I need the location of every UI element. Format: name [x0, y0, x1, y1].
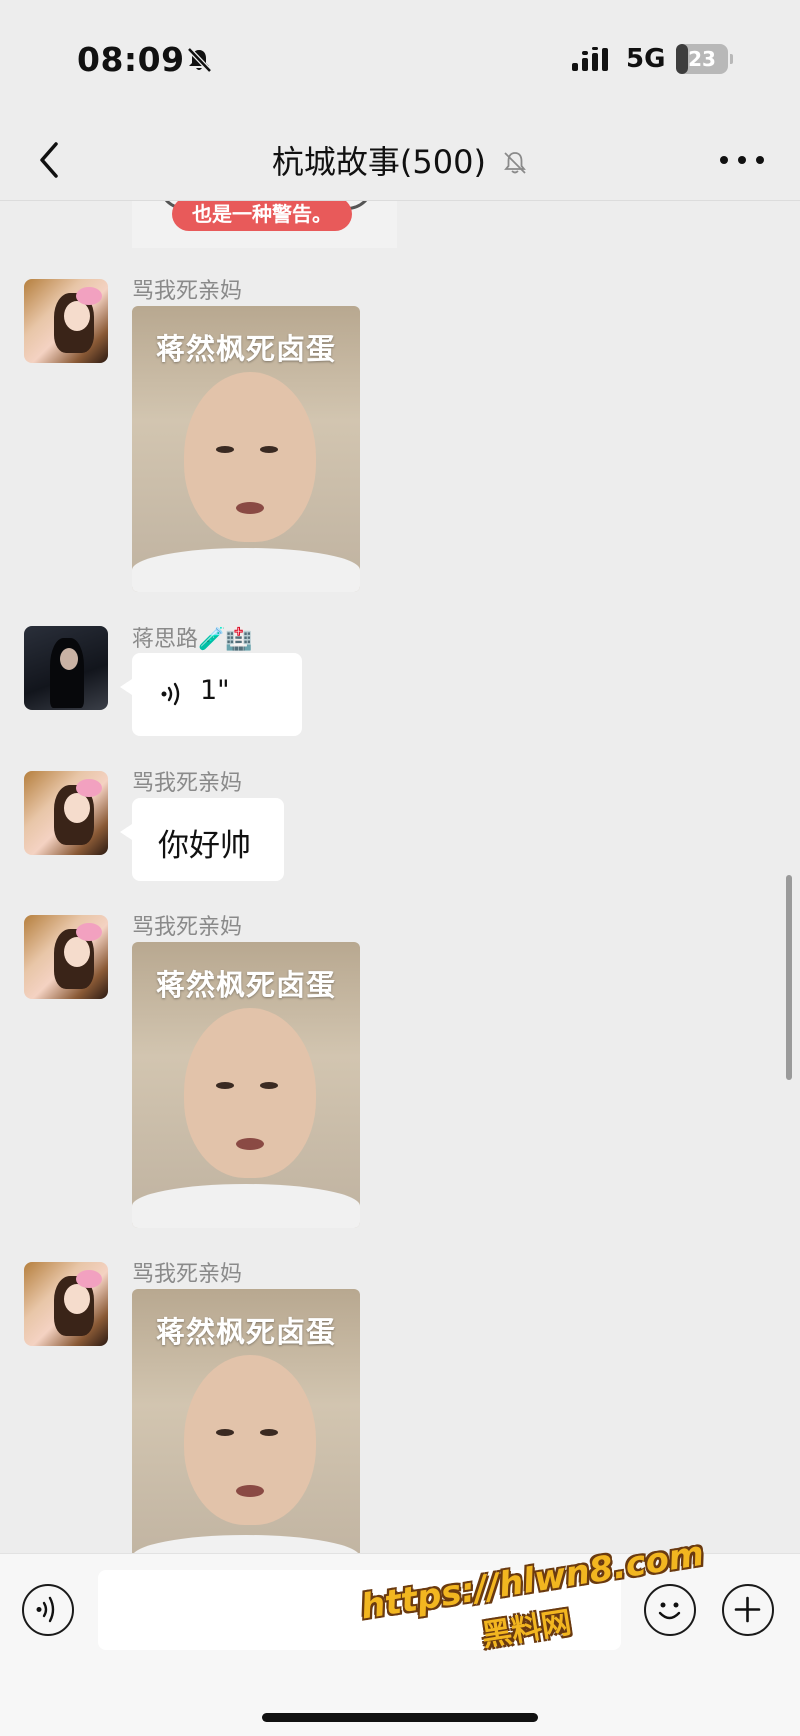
- battery-icon: 23: [676, 44, 728, 74]
- message-list[interactable]: 也是一种警告。 骂我死亲妈 蒋然枫死卤蛋 蒋思路🧪🏥 1" 骂我死亲妈 你好帅 …: [0, 201, 800, 1553]
- avatar[interactable]: [24, 771, 108, 855]
- home-indicator[interactable]: [262, 1713, 538, 1722]
- image-caption: 蒋然枫死卤蛋: [155, 1315, 336, 1349]
- image-message[interactable]: 蒋然枫死卤蛋: [132, 1289, 360, 1553]
- voice-button[interactable]: [22, 1584, 74, 1636]
- voice-message[interactable]: 1": [120, 653, 302, 736]
- chat-header: 杭城故事(500): [0, 120, 800, 201]
- network-type: 5G: [626, 44, 666, 74]
- avatar[interactable]: [24, 1262, 108, 1346]
- plus-icon: [734, 1596, 761, 1623]
- message-text: 你好帅: [158, 828, 251, 864]
- voice-duration: 1": [200, 675, 230, 706]
- plus-button[interactable]: [722, 1584, 774, 1636]
- sender-name: 骂我死亲妈: [132, 915, 243, 940]
- battery-tip: [730, 54, 733, 64]
- sender-name: 骂我死亲妈: [132, 279, 243, 304]
- avatar[interactable]: [24, 279, 108, 363]
- image-caption: 蒋然枫死卤蛋: [155, 332, 336, 366]
- sender-name: 骂我死亲妈: [132, 771, 243, 796]
- battery-percent: 23: [688, 47, 716, 71]
- more-icon[interactable]: [712, 142, 772, 178]
- image-message[interactable]: 蒋然枫死卤蛋: [132, 306, 360, 592]
- mute-icon: [187, 47, 212, 73]
- image-caption: 蒋然枫死卤蛋: [155, 968, 336, 1002]
- previous-image-message[interactable]: 也是一种警告。: [132, 201, 397, 248]
- status-bar: 08:09 5G 23: [0, 0, 800, 120]
- scroll-indicator[interactable]: [786, 875, 792, 1080]
- bell-muted-icon: [504, 152, 527, 174]
- sender-name: 蒋思路🧪🏥: [132, 627, 253, 652]
- text-message[interactable]: 你好帅: [120, 798, 284, 881]
- chat-title-container: 杭城故事(500): [0, 137, 800, 183]
- voice-wave-icon: [161, 682, 180, 706]
- signal-icon: [572, 47, 608, 71]
- chat-title: 杭城故事(500): [271, 143, 486, 181]
- image-message[interactable]: 蒋然枫死卤蛋: [132, 942, 360, 1228]
- status-time: 08:09: [77, 40, 185, 79]
- voice-icon: [36, 1596, 55, 1623]
- avatar[interactable]: [24, 626, 108, 710]
- avatar[interactable]: [24, 915, 108, 999]
- image-caption: 也是一种警告。: [172, 201, 352, 231]
- sender-name: 骂我死亲妈: [132, 1262, 243, 1287]
